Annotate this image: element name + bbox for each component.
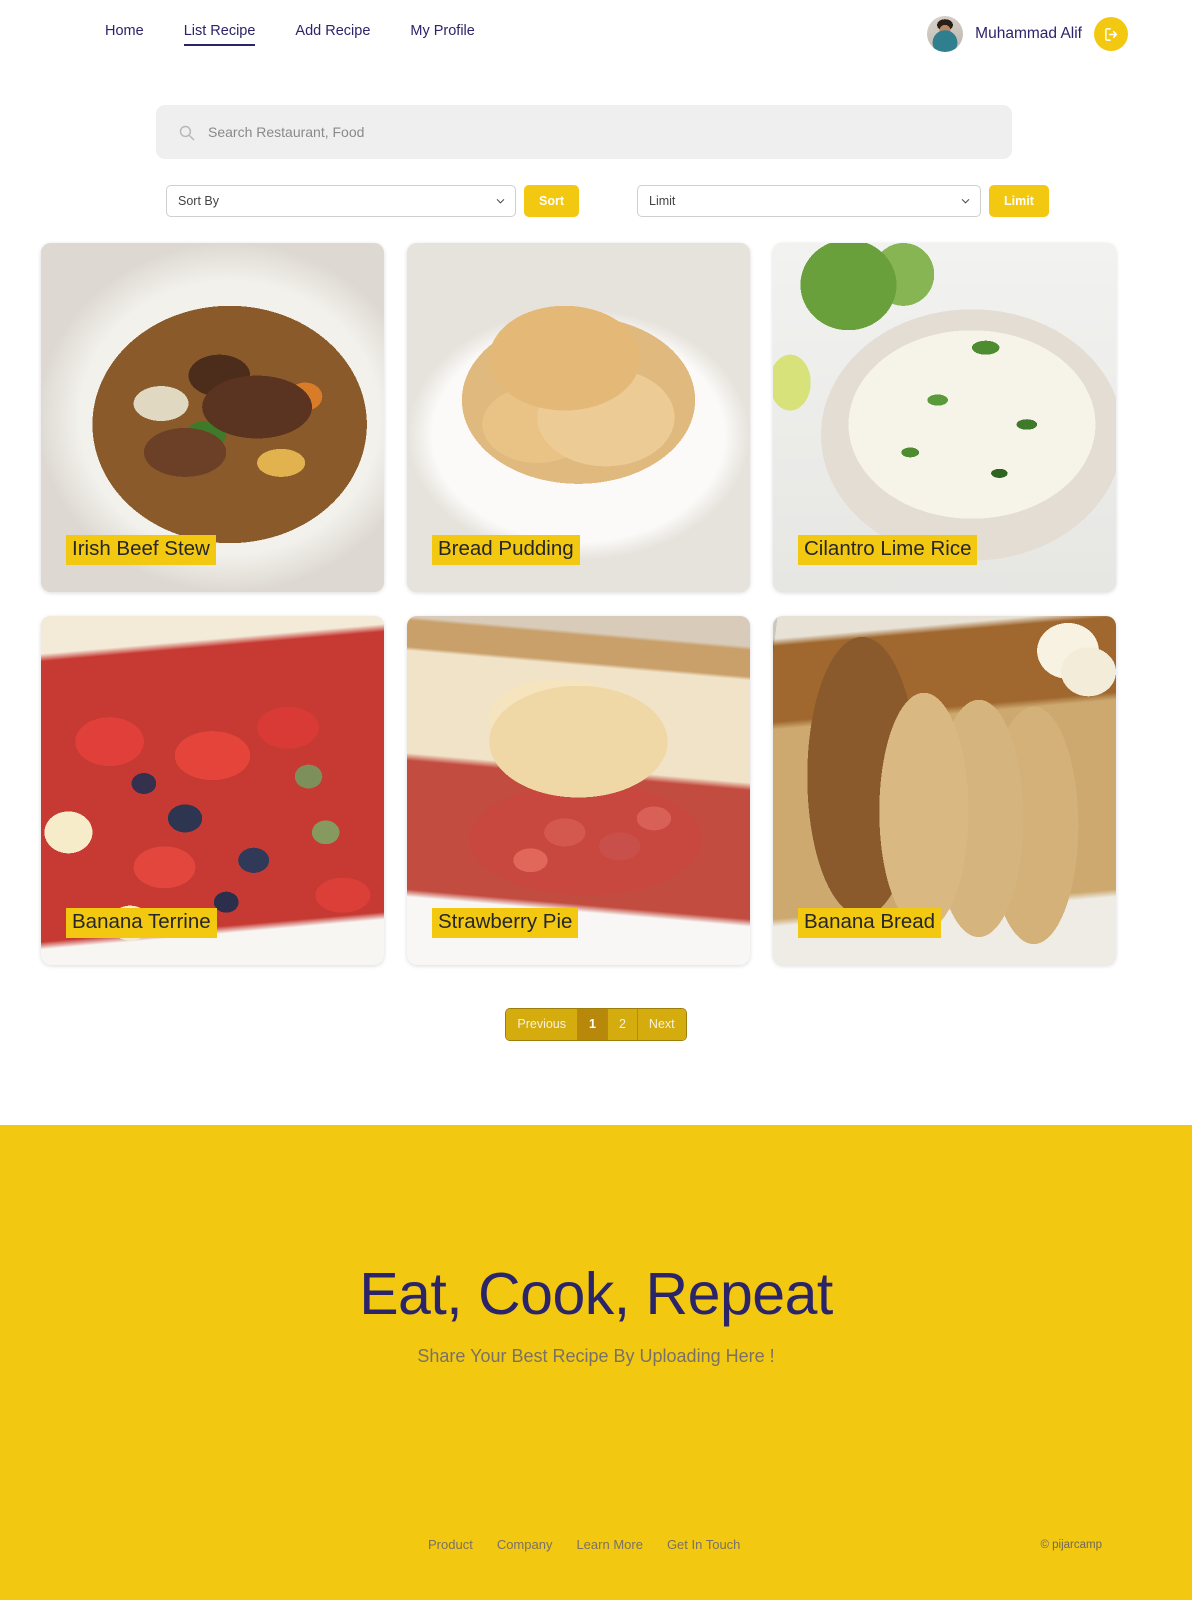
search-section	[0, 68, 1192, 159]
recipe-card[interactable]: Banana Bread	[773, 616, 1116, 965]
hero-subtitle: Share Your Best Recipe By Uploading Here…	[417, 1346, 775, 1366]
navbar: Home List Recipe Add Recipe My Profile M…	[0, 0, 1192, 68]
search-input[interactable]	[208, 124, 990, 140]
nav-link-home[interactable]: Home	[105, 23, 144, 46]
pagination: Previous 1 2 Next	[505, 1008, 687, 1041]
hero-content: Eat, Cook, Repeat Share Your Best Recipe…	[0, 1125, 1192, 1367]
limit-select-wrap: Limit	[637, 185, 981, 217]
pagination-page-2[interactable]: 2	[607, 1009, 638, 1040]
recipe-title: Cilantro Lime Rice	[798, 535, 978, 565]
sort-by-select[interactable]: Sort By	[166, 185, 516, 217]
search-icon	[179, 125, 195, 140]
pagination-previous[interactable]: Previous	[506, 1009, 579, 1040]
footer-row: Product Company Learn More Get In Touch …	[0, 1537, 1192, 1552]
footer-link-company[interactable]: Company	[497, 1537, 553, 1552]
footer-link-product[interactable]: Product	[428, 1537, 473, 1552]
footer-links: Product Company Learn More Get In Touch	[428, 1537, 740, 1552]
main-navigation: Home List Recipe Add Recipe My Profile	[105, 23, 475, 46]
recipe-title: Banana Bread	[798, 908, 942, 938]
recipe-title: Strawberry Pie	[432, 908, 579, 938]
footer-link-learn-more[interactable]: Learn More	[576, 1537, 642, 1552]
logout-icon	[1104, 27, 1117, 41]
filter-bar: Sort By Sort Limit Limit	[0, 159, 1192, 217]
nav-link-list-recipe[interactable]: List Recipe	[183, 23, 256, 46]
recipe-title: Irish Beef Stew	[66, 535, 216, 565]
hero-title: Eat, Cook, Repeat	[359, 1261, 833, 1327]
pagination-page-1[interactable]: 1	[578, 1009, 608, 1040]
recipe-grid: Irish Beef Stew Bread Pudding Cilantro L…	[0, 217, 1192, 965]
footer-link-get-in-touch[interactable]: Get In Touch	[667, 1537, 740, 1552]
recipe-card[interactable]: Banana Terrine	[41, 616, 384, 965]
recipe-card[interactable]: Irish Beef Stew	[41, 243, 384, 592]
nav-link-my-profile[interactable]: My Profile	[410, 23, 474, 46]
copyright: © pijarcamp	[1040, 1538, 1102, 1551]
search-box[interactable]	[156, 105, 1012, 159]
user-name: Muhammad Alif	[975, 25, 1082, 42]
pagination-wrap: Previous 1 2 Next	[0, 965, 1192, 1041]
hero-footer: Eat, Cook, Repeat Share Your Best Recipe…	[0, 1125, 1192, 1600]
sort-select-wrap: Sort By	[166, 185, 516, 217]
recipe-card[interactable]: Bread Pudding	[407, 243, 750, 592]
recipe-card[interactable]: Strawberry Pie	[407, 616, 750, 965]
user-area[interactable]: Muhammad Alif	[927, 16, 1128, 52]
nav-link-add-recipe[interactable]: Add Recipe	[295, 23, 370, 46]
logout-button[interactable]	[1094, 17, 1128, 51]
sort-button[interactable]: Sort	[524, 185, 579, 217]
avatar	[927, 16, 964, 52]
recipe-title: Bread Pudding	[432, 535, 580, 565]
limit-select[interactable]: Limit	[637, 185, 981, 217]
recipe-card[interactable]: Cilantro Lime Rice	[773, 243, 1116, 592]
limit-button[interactable]: Limit	[989, 185, 1049, 217]
recipe-title: Banana Terrine	[66, 908, 217, 938]
pagination-next[interactable]: Next	[637, 1009, 686, 1040]
